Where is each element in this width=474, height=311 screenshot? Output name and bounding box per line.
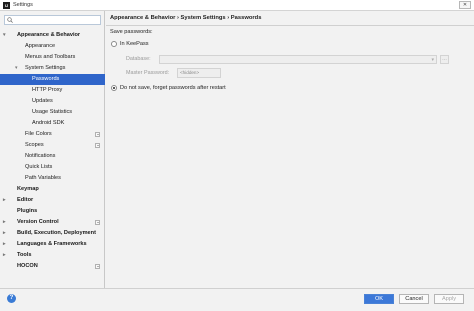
sidebar-item-label: Notifications	[25, 153, 56, 159]
chevron-down-icon: ▾	[431, 57, 434, 63]
close-button[interactable]: ✕	[459, 1, 471, 9]
sidebar-item-label: Quick Lists	[25, 164, 53, 170]
sidebar-item-label: Tools	[17, 252, 32, 258]
settings-content: Appearance & Behavior › System Settings …	[106, 11, 474, 288]
cancel-button[interactable]: Cancel	[399, 294, 429, 304]
dialog-footer: ? OK Cancel Apply	[0, 288, 474, 311]
keepass-radio[interactable]	[111, 41, 117, 47]
database-label: Database:	[126, 56, 151, 62]
sidebar-item-editor[interactable]: ▸ Editor	[0, 195, 105, 206]
sidebar-item-label: Languages & Frameworks	[17, 241, 87, 247]
sidebar-item-label: Appearance & Behavior	[17, 32, 81, 38]
sidebar-item-label: File Colors	[25, 131, 52, 137]
sidebar-item-plugins[interactable]: Plugins	[0, 206, 105, 217]
sidebar-item-usage-statistics[interactable]: Usage Statistics	[0, 107, 105, 118]
sidebar-item-passwords[interactable]: Passwords	[0, 74, 105, 85]
sidebar-item-label: Appearance	[25, 43, 56, 49]
chevron-right-icon[interactable]: ▸	[3, 250, 6, 261]
keepass-radio-label[interactable]: In KeePass	[120, 41, 149, 47]
sidebar-item-appearance-behavior[interactable]: ▾ Appearance & Behavior	[0, 30, 105, 41]
sidebar-item-keymap[interactable]: Keymap	[0, 184, 105, 195]
sidebar-item-label: Version Control	[17, 219, 59, 225]
master-password-field[interactable]: <hidden>	[177, 68, 221, 78]
search-icon	[7, 17, 13, 23]
window-titlebar: IJ Settings ✕	[0, 0, 474, 11]
no-save-radio-label[interactable]: Do not save, forget passwords after rest…	[120, 85, 226, 91]
sidebar-item-label: Usage Statistics	[32, 109, 73, 115]
ok-button[interactable]: OK	[364, 294, 394, 304]
master-password-label: Master Password:	[126, 70, 170, 76]
sidebar-item-label: Plugins	[17, 208, 38, 214]
sidebar-item-label: Editor	[17, 197, 34, 203]
no-save-radio[interactable]	[111, 85, 117, 91]
chevron-down-icon[interactable]: ▾	[3, 30, 6, 41]
sidebar-item-quick-lists[interactable]: Quick Lists	[0, 162, 105, 173]
sidebar-item-build-execution-deployment[interactable]: ▸ Build, Execution, Deployment	[0, 228, 105, 239]
project-scope-icon	[95, 264, 100, 269]
sidebar-item-android-sdk[interactable]: Android SDK	[0, 118, 105, 129]
sidebar-item-tools[interactable]: ▸ Tools	[0, 250, 105, 261]
sidebar-item-path-variables[interactable]: Path Variables	[0, 173, 105, 184]
sidebar-item-label: Menus and Toolbars	[25, 54, 76, 60]
apply-button[interactable]: Apply	[434, 294, 464, 304]
sidebar-item-label: System Settings	[25, 65, 66, 71]
sidebar-item-scopes[interactable]: Scopes	[0, 140, 105, 151]
settings-tree: ▾ Appearance & Behavior Appearance Menus an…	[0, 30, 105, 272]
sidebar-item-system-settings[interactable]: ▾ System Settings	[0, 63, 105, 74]
database-field[interactable]: ▾	[159, 55, 437, 64]
chevron-right-icon[interactable]: ▸	[3, 195, 6, 206]
project-scope-icon	[95, 143, 100, 148]
breadcrumb: Appearance & Behavior › System Settings …	[110, 15, 262, 21]
sidebar-item-updates[interactable]: Updates	[0, 96, 105, 107]
sidebar-item-file-colors[interactable]: File Colors	[0, 129, 105, 140]
sidebar-item-label: Path Variables	[25, 175, 61, 181]
settings-sidebar: ▾ Appearance & Behavior Appearance Menus an…	[0, 11, 105, 288]
project-scope-icon	[95, 220, 100, 225]
sidebar-item-appearance[interactable]: Appearance	[0, 41, 105, 52]
browse-button[interactable]: …	[440, 55, 449, 64]
sidebar-item-version-control[interactable]: ▸ Version Control	[0, 217, 105, 228]
sidebar-item-http-proxy[interactable]: HTTP Proxy	[0, 85, 105, 96]
sidebar-item-label: Build, Execution, Deployment	[17, 230, 96, 236]
sidebar-item-label: Scopes	[25, 142, 44, 148]
chevron-right-icon[interactable]: ▸	[3, 217, 6, 228]
save-passwords-label: Save passwords:	[110, 29, 153, 35]
sidebar-item-menus-and-toolbars[interactable]: Menus and Toolbars	[0, 52, 105, 63]
sidebar-item-label: HOCON	[17, 263, 38, 269]
help-icon[interactable]: ?	[7, 294, 16, 303]
chevron-down-icon[interactable]: ▾	[15, 63, 18, 74]
sidebar-item-label: Android SDK	[32, 120, 65, 126]
chevron-right-icon[interactable]: ▸	[3, 239, 6, 250]
sidebar-item-languages-frameworks[interactable]: ▸ Languages & Frameworks	[0, 239, 105, 250]
sidebar-item-notifications[interactable]: Notifications	[0, 151, 105, 162]
chevron-right-icon[interactable]: ▸	[3, 228, 6, 239]
sidebar-item-hocon[interactable]: HOCON	[0, 261, 105, 272]
sidebar-item-label: Passwords	[32, 76, 60, 82]
sidebar-item-label: HTTP Proxy	[32, 87, 63, 93]
search-input[interactable]	[4, 15, 101, 25]
intellij-icon: IJ	[3, 2, 10, 9]
divider	[106, 25, 474, 26]
window-title: Settings	[13, 2, 33, 8]
sidebar-item-label: Updates	[32, 98, 53, 104]
sidebar-item-label: Keymap	[17, 186, 39, 192]
project-scope-icon	[95, 132, 100, 137]
